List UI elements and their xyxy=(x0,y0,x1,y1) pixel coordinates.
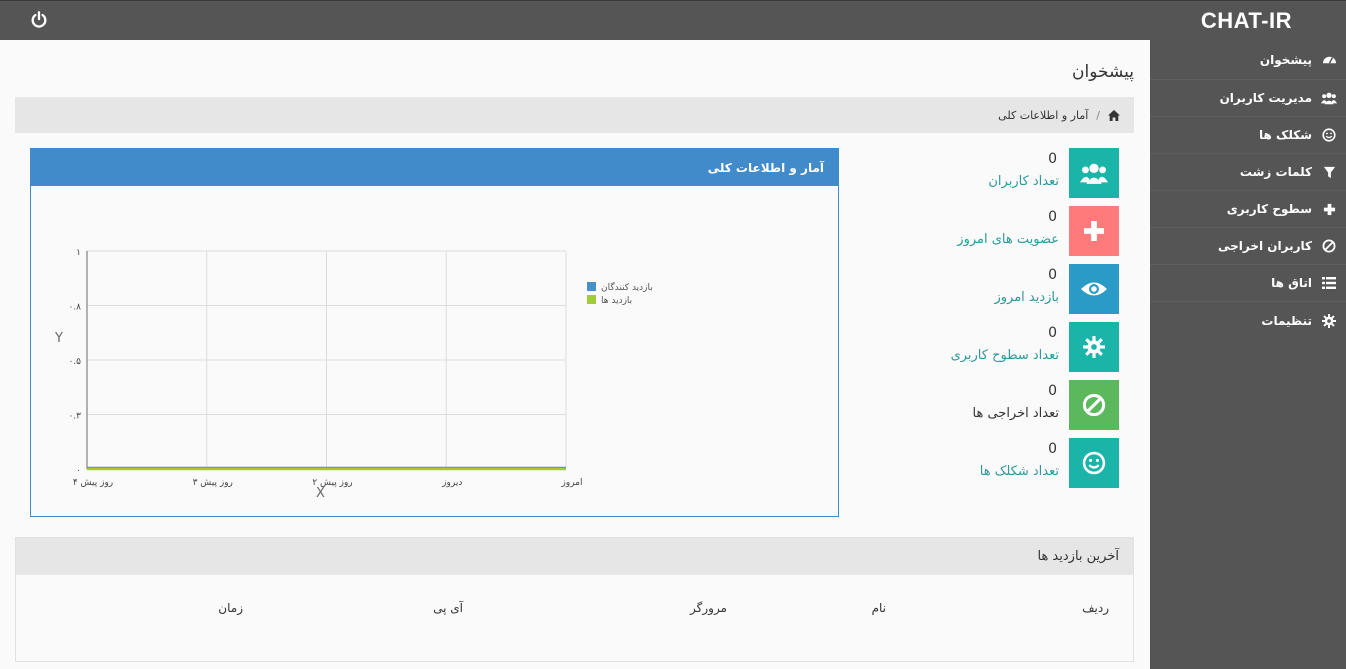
filter-icon xyxy=(1320,163,1338,181)
gear-icon xyxy=(1083,336,1105,358)
gear-icon xyxy=(1320,312,1338,330)
column-header: آی پی xyxy=(433,601,463,615)
dashboard-icon xyxy=(1320,51,1338,69)
breadcrumb: / آمار و اطلاعات کلی xyxy=(15,97,1134,133)
column-header: نام xyxy=(871,601,886,615)
breadcrumb-separator: / xyxy=(1096,108,1100,122)
chart-panel: آمار و اطلاعات کلی ۰ ۰.۳ ۰.۵ ۰.۸ ۱ روز پیش ۴ ر… xyxy=(30,148,839,517)
stat-box xyxy=(1069,322,1119,372)
stat-label[interactable]: تعداد شکلک ها xyxy=(980,464,1059,479)
power-icon[interactable] xyxy=(30,11,48,29)
visits-chart: ۰۰.۳۰.۵۰.۸۱روز پیش ۴ روز پیش ۳ روز پیش ۲ دی… xyxy=(54,248,653,501)
smile-icon xyxy=(1320,126,1338,144)
stat-value: 0 xyxy=(1048,383,1057,399)
list-icon xyxy=(1320,274,1338,292)
sidebar-item-label: کاربران اخراجی xyxy=(1217,239,1312,253)
sidebar-item-banned-users[interactable]: کاربران اخراجی xyxy=(1150,228,1346,265)
sidebar-item-label: شکلک ها xyxy=(1259,128,1312,142)
stat-value: 0 xyxy=(1048,267,1057,283)
stat-label[interactable]: عضویت های امروز xyxy=(957,232,1059,247)
users-icon xyxy=(1080,163,1108,184)
ban-icon xyxy=(1082,393,1106,417)
sidebar-item-label: اتاق ها xyxy=(1271,276,1312,290)
y-tick-label: ۰.۳ xyxy=(68,412,81,422)
y-tick-label: ۰.۸ xyxy=(68,303,81,313)
latest-visits-title: آخرین بازدید ها xyxy=(16,538,1133,575)
top-bar: CHAT-IR xyxy=(0,0,1346,40)
x-tick-label: روز پیش ۴ xyxy=(73,478,113,488)
sidebar-item-dashboard[interactable]: پیشخوان xyxy=(1150,40,1346,80)
legend-swatch xyxy=(587,282,596,291)
stat-value: 0 xyxy=(1048,441,1057,457)
legend-label: بازدید ها xyxy=(601,296,632,306)
sidebar-item-label: تنظیمات xyxy=(1261,313,1312,328)
x-tick-label: دیروز xyxy=(441,478,462,488)
eye-icon xyxy=(1081,282,1107,296)
column-header: ردیف xyxy=(1082,601,1109,615)
stat-today-visits: 0 بازدید امروز xyxy=(819,264,1119,314)
sidebar-item-bad-words[interactable]: کلمات زشت xyxy=(1150,154,1346,191)
column-header: زمان xyxy=(218,601,243,615)
home-icon[interactable] xyxy=(1108,109,1120,121)
main-content: پیشخوان / آمار و اطلاعات کلی 0 تعداد کار… xyxy=(0,40,1150,669)
plus-icon xyxy=(1320,200,1338,218)
stat-value: 0 xyxy=(1048,325,1057,341)
sidebar-item-user-levels[interactable]: سطوح کاربری xyxy=(1150,191,1346,228)
stat-box xyxy=(1069,148,1119,198)
sidebar-item-smileys[interactable]: شکلک ها xyxy=(1150,117,1346,154)
y-tick-label: ۰.۵ xyxy=(68,357,81,367)
ban-icon xyxy=(1320,237,1338,255)
stat-value: 0 xyxy=(1048,151,1057,167)
stat-smileys: 0 تعداد شکلک ها xyxy=(819,438,1119,488)
sidebar-item-label: سطوح کاربری xyxy=(1226,202,1312,216)
chart-panel-title: آمار و اطلاعات کلی xyxy=(31,149,838,186)
sidebar-item-label: مدیریت کاربران xyxy=(1219,91,1312,105)
stat-box xyxy=(1069,264,1119,314)
y-tick-label: ۰ xyxy=(76,466,81,476)
latest-visits-panel: آخرین بازدید ها ردیف نام مرورگر آی پی زم… xyxy=(15,537,1134,662)
x-tick-label: روز پیش ۳ xyxy=(193,478,233,488)
sidebar-item-users[interactable]: مدیریت کاربران xyxy=(1150,80,1346,117)
legend-label: بازدید کنندگان xyxy=(601,281,653,293)
stat-today-signups: 0 عضویت های امروز xyxy=(819,206,1119,256)
sidebar: پیشخوان مدیریت کاربران شکلک ها کلمات زشت… xyxy=(1150,40,1346,669)
stat-banned: 0 تعداد اخراجی ها xyxy=(819,380,1119,430)
sidebar-item-label: پیشخوان xyxy=(1259,52,1312,67)
users-icon xyxy=(1320,89,1338,107)
breadcrumb-current: آمار و اطلاعات کلی xyxy=(998,108,1089,122)
stat-user-levels: 0 تعداد سطوح کاربری xyxy=(819,322,1119,372)
sidebar-item-label: کلمات زشت xyxy=(1239,165,1312,179)
legend-swatch xyxy=(587,295,596,304)
stat-label[interactable]: تعداد اخراجی ها xyxy=(973,406,1060,421)
x-axis-label: X xyxy=(316,486,325,501)
stat-box xyxy=(1069,380,1119,430)
plus-icon xyxy=(1084,221,1104,241)
stat-label[interactable]: تعداد سطوح کاربری xyxy=(951,348,1059,363)
y-axis-label: Y xyxy=(54,331,63,346)
stat-label[interactable]: تعداد کاربران xyxy=(988,174,1059,189)
y-tick-label: ۱ xyxy=(76,248,81,258)
stat-box xyxy=(1069,206,1119,256)
sidebar-item-rooms[interactable]: اتاق ها xyxy=(1150,265,1346,302)
stat-value: 0 xyxy=(1048,209,1057,225)
x-tick-label: امروز xyxy=(561,478,583,488)
smile-icon xyxy=(1082,451,1106,475)
column-header: مرورگر xyxy=(690,601,727,615)
sidebar-item-settings[interactable]: تنظیمات xyxy=(1150,302,1346,339)
stat-box xyxy=(1069,438,1119,488)
page-title: پیشخوان xyxy=(1072,62,1134,82)
stat-label[interactable]: بازدید امروز xyxy=(994,290,1059,305)
stat-users: 0 تعداد کاربران xyxy=(819,148,1119,198)
brand-logo[interactable]: CHAT-IR xyxy=(1201,8,1292,34)
